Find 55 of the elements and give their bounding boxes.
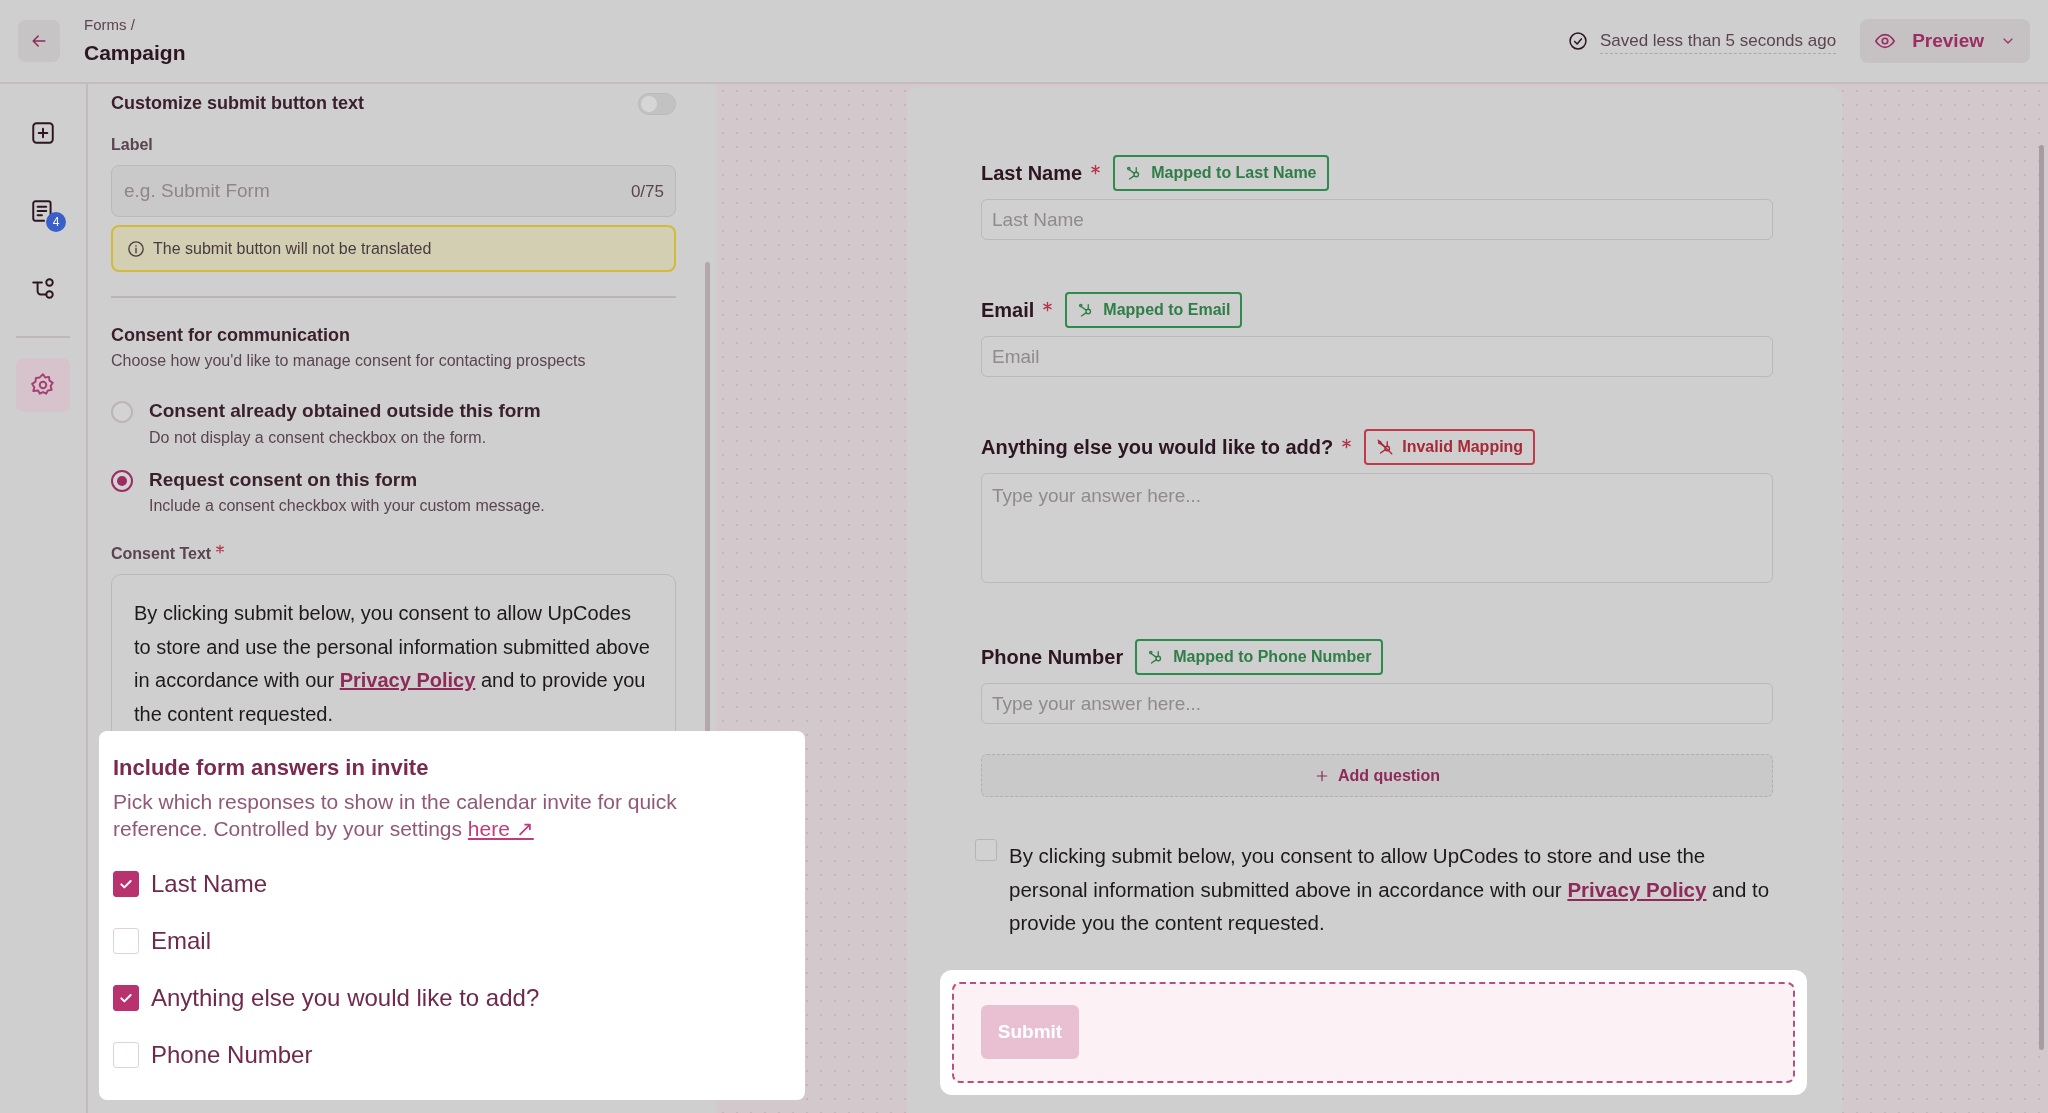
settings-icon <box>30 372 56 398</box>
add-square-icon <box>30 120 56 146</box>
question-label: Email <box>981 298 1035 323</box>
scrollbar[interactable] <box>705 262 710 732</box>
input-field[interactable]: Email <box>981 336 1773 377</box>
popover-description: Pick which responses to show in the calendar invite for quick reference. Controlled by your settings here ↗ <box>113 789 678 842</box>
toggle-switch[interactable] <box>638 92 676 115</box>
preview-button[interactable]: Preview <box>1860 19 2030 63</box>
check-circle-icon <box>1567 31 1588 51</box>
checkbox-label[interactable]: Email <box>151 923 211 959</box>
mapping-badge[interactable]: Mapped to Last Name <box>1113 155 1329 191</box>
section-title: Customize submit button text <box>111 92 364 115</box>
checkbox[interactable] <box>113 985 139 1011</box>
consent-text: By clicking submit below, you consent to allow UpCodes to store and use the personal information submitted above in accordance with our Privacy Policy and to provide you the content requested. <box>1009 843 1771 936</box>
back-button[interactable] <box>18 20 60 62</box>
mapping-badge[interactable]: Mapped to Phone Number <box>1135 639 1384 675</box>
character-counter: 0/75 <box>630 181 664 203</box>
privacy-policy-link[interactable]: Privacy Policy <box>1567 877 1707 901</box>
option-description: Include a consent checkbox with your custom message. <box>149 496 545 516</box>
add-question-button[interactable]: Add question <box>981 754 1773 797</box>
input-field[interactable]: Last Name <box>981 199 1773 240</box>
checkbox-label[interactable]: Last Name <box>151 866 268 902</box>
question-label: Anything else you would like to add? <box>981 435 1334 460</box>
option-description: Do not display a consent checkbox on the form. <box>149 427 488 448</box>
settings-link[interactable]: here ↗ <box>467 817 534 840</box>
breadcrumb-link[interactable]: Forms / <box>84 14 186 37</box>
info-icon <box>127 239 145 258</box>
mapping-badge[interactable]: Invalid Mapping <box>1364 429 1536 465</box>
checkbox[interactable] <box>975 839 997 861</box>
count-badge: 4 <box>46 212 66 232</box>
input-field[interactable]: Type your answer here... <box>981 683 1773 724</box>
field-label: Label <box>111 135 154 155</box>
radio-button[interactable] <box>111 469 133 492</box>
radio-button[interactable] <box>111 401 133 423</box>
section-subtitle: Choose how you'd like to manage consent for contacting prospects <box>111 351 587 371</box>
answer-box[interactable]: Type your answer here... <box>981 473 1773 583</box>
mapping-badge[interactable]: Mapped to Email <box>1065 292 1243 328</box>
question-label: Last Name <box>981 161 1083 186</box>
privacy-policy-link[interactable]: Privacy Policy <box>339 669 476 691</box>
save-status: Saved less than 5 seconds ago <box>1599 27 1837 55</box>
consent-text: By clicking submit below, you consent to allow UpCodes to store and use the personal information submitted above in accordance with our Privacy Policy and to provide you the content requested. <box>134 601 651 727</box>
field-label: Consent Text <box>111 544 212 564</box>
page-title: Campaign <box>84 39 186 66</box>
checkbox-label[interactable]: Phone Number <box>151 1037 313 1073</box>
sidebar-button[interactable]: 4 <box>16 184 70 238</box>
checkbox[interactable] <box>113 871 139 897</box>
notice-text: The submit button will not be translated <box>153 238 432 259</box>
option-label[interactable]: Consent already obtained outside this form <box>149 397 541 426</box>
option-label[interactable]: Request consent on this form <box>149 465 545 494</box>
broken-node-icon <box>1376 438 1395 456</box>
checkbox-label[interactable]: Anything else you would like to add? <box>151 980 540 1016</box>
question-label: Phone Number <box>981 645 1124 670</box>
section-title: Consent for communication <box>111 324 351 347</box>
branch-icon <box>30 276 56 302</box>
scrollbar[interactable] <box>2039 145 2044 1050</box>
